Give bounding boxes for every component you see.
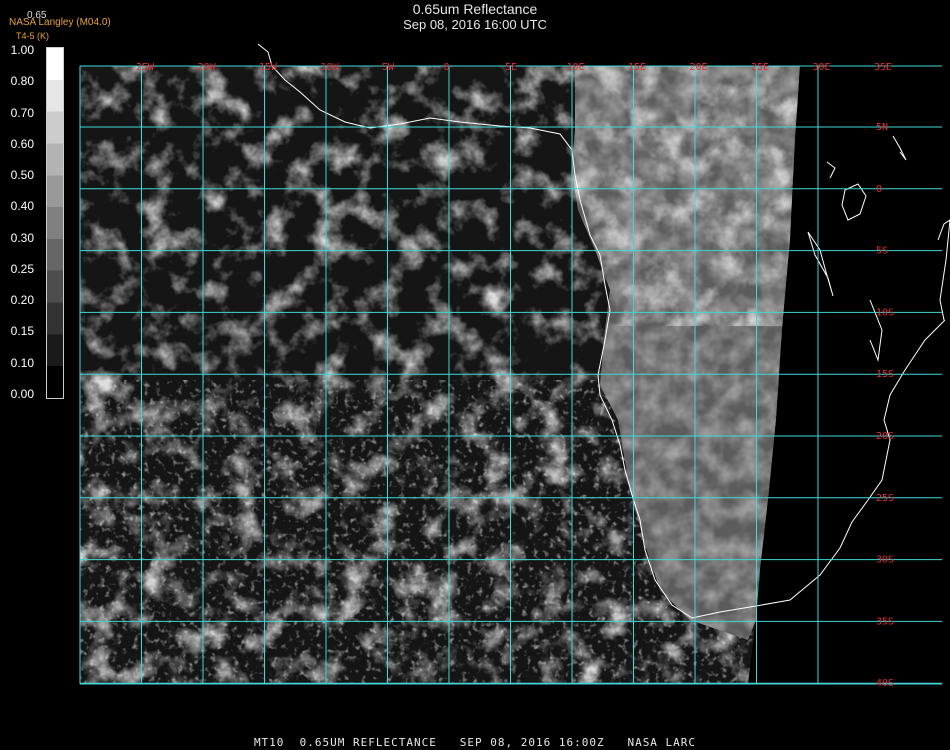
longitude-label: 5W	[382, 62, 395, 73]
colorbar-tick-label: 0.80	[10, 74, 34, 89]
longitude-label: 20W	[198, 62, 217, 73]
latitude-label: 15S	[876, 369, 894, 380]
longitude-label: 5E	[505, 62, 517, 73]
colorbar-tick-label: 0.40	[10, 199, 34, 214]
colorbar-tick-label: 0.00	[10, 387, 34, 401]
colorbar-tick-label: 1.00	[10, 43, 34, 57]
latitude-label: 5N	[876, 122, 888, 133]
longitude-label: 10W	[321, 62, 340, 73]
longitude-label: 30E	[813, 62, 831, 73]
colorbar-tick-label: 0.15	[10, 324, 34, 339]
image-swath	[80, 66, 800, 684]
longitude-label: 0	[444, 62, 450, 73]
latitude-label: 20S	[876, 431, 894, 442]
longitude-label: 25W	[136, 62, 155, 73]
image-title: 0.65um Reflectance	[412, 1, 538, 17]
provider-label: NASA Langley (M04.0)	[9, 17, 111, 28]
colorbar-tick-label: 0.30	[10, 230, 34, 245]
reflectance-colorbar	[46, 47, 64, 399]
longitude-label: 35E	[874, 62, 892, 73]
colorbar-tick-label: 0.10	[10, 355, 34, 370]
provider-sublabel: T4-5 (K)	[16, 31, 50, 41]
longitude-label: 10E	[567, 62, 585, 73]
footer-caption: MT10 0.65UM REFLECTANCE SEP 08, 2016 16:…	[253, 736, 697, 749]
latitude-label: 25S	[876, 493, 894, 504]
latitude-label: 10S	[876, 307, 894, 318]
latitude-label: 30S	[876, 555, 894, 566]
image-timestamp: Sep 08, 2016 16:00 UTC	[403, 17, 547, 32]
satellite-image: 25W 20W 15W 10W 5W 0 5E 10E 15E 20E 25E 30E 35E 5N 0 5S…	[79, 43, 950, 689]
longitude-label: 25E	[751, 62, 769, 73]
longitude-label: 20E	[690, 62, 708, 73]
colorbar-tick-label: 0.70	[10, 105, 34, 120]
latitude-label: 35S	[876, 616, 894, 627]
latitude-label: 0	[876, 184, 882, 195]
colorbar-tick-label: 0.60	[10, 136, 34, 151]
longitude-label: 15W	[259, 62, 278, 73]
latitude-label: 5S	[876, 246, 888, 257]
colorbar-tick-label: 0.50	[10, 168, 34, 183]
latitude-label: 40S	[876, 678, 894, 689]
colorbar-tick-label: 0.20	[10, 293, 34, 308]
longitude-label: 15E	[628, 62, 646, 73]
colorbar-tick-label: 0.25	[10, 261, 34, 276]
